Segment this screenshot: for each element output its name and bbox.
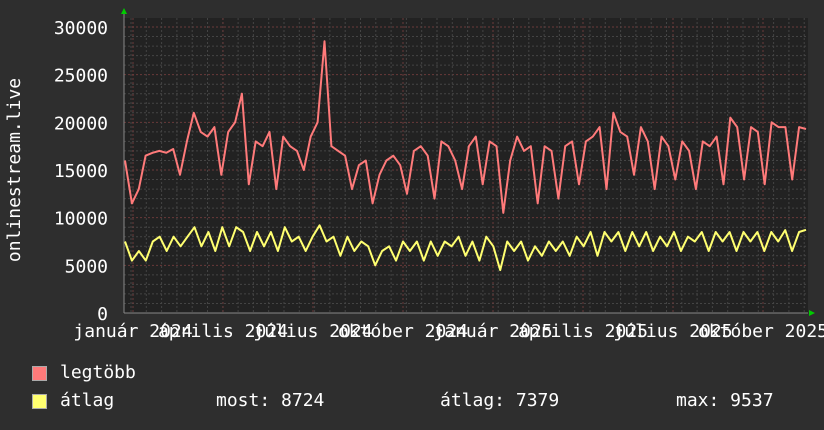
stat-atlag: átlag: 7379 [440,390,560,411]
legend-label-legtobb: legtöbb [60,362,136,383]
y-tick-label: 5000 [65,256,108,277]
chart-root: onlinestream.live január 2024 április 202… [0,0,824,430]
stat-max: max: 9537 [676,390,774,411]
stat-most: most: 8724 [216,390,325,411]
y-tick-label: 10000 [54,209,108,230]
x-axis-arrow-icon [809,310,815,316]
y-tick-label: 30000 [54,18,108,39]
y-tick-label: 20000 [54,113,108,134]
y-tick-label: 25000 [54,66,108,87]
y-tick-label: 15000 [54,161,108,182]
legend-label-atlag: átlag [60,390,115,411]
y-tick-label: 0 [97,304,108,325]
x-tick-label: október 2025 [698,321,824,342]
y-axis-label: onlinestream.live [4,78,25,262]
legend-swatch-atlag [32,394,47,409]
y-axis-arrow-icon [121,8,127,14]
legend-swatch-legtobb [32,366,47,381]
